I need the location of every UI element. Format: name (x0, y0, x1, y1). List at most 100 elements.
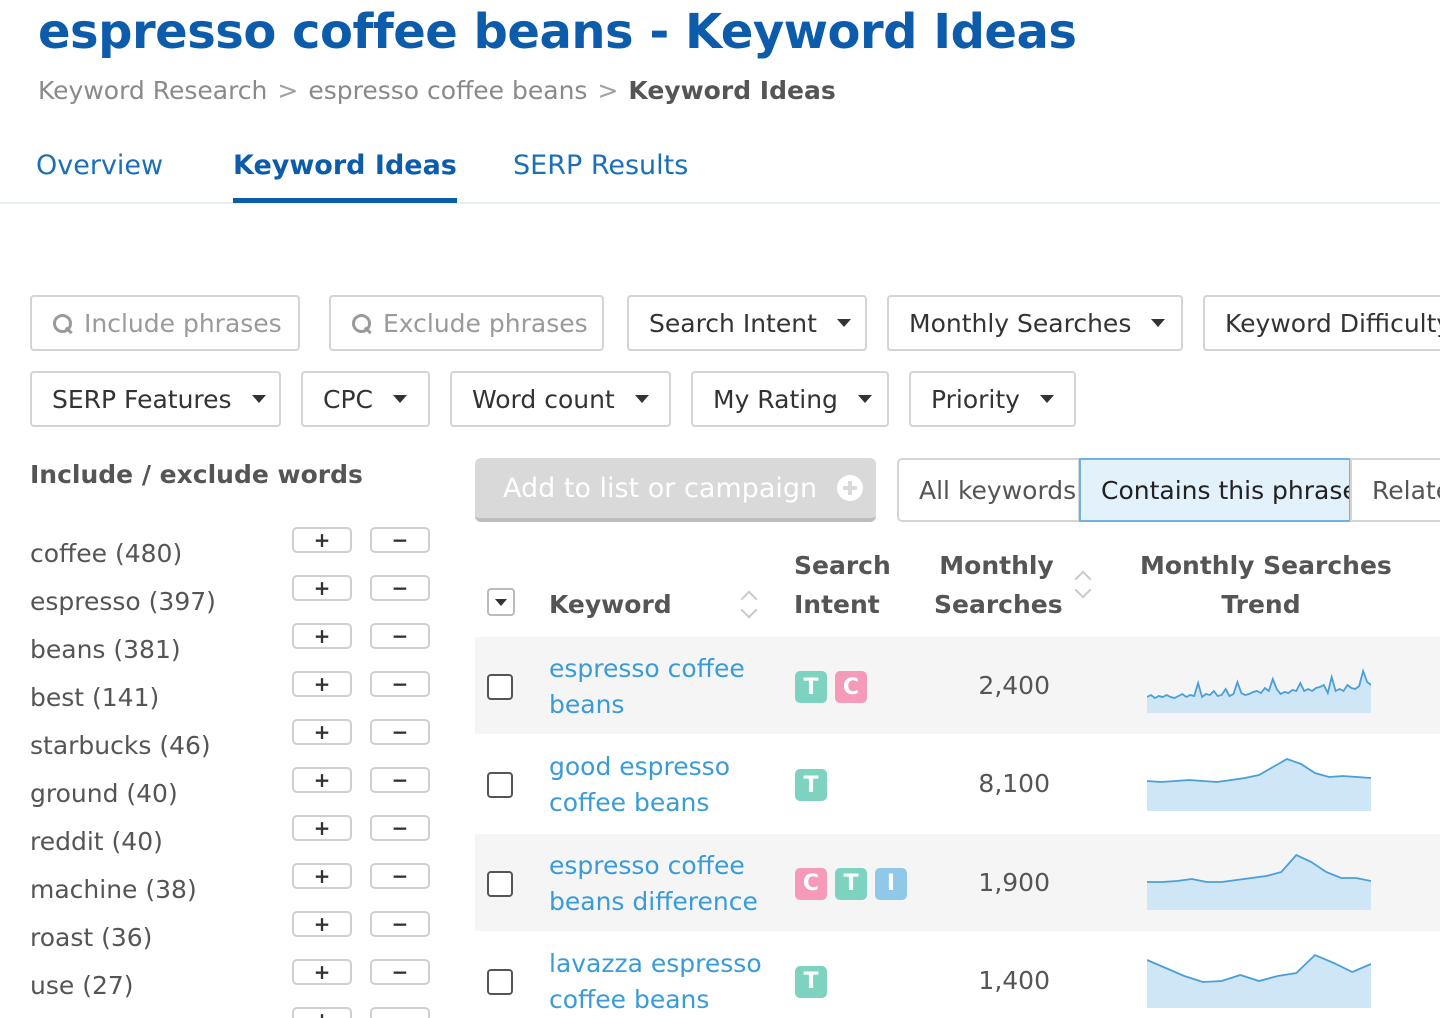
trend-header: Monthly Searches Trend (1140, 546, 1392, 624)
include-phrases-input[interactable]: Include phrases (30, 295, 300, 351)
include-word-button[interactable]: + (292, 863, 352, 889)
include-word-button[interactable]: + (292, 911, 352, 937)
trend-area (1147, 759, 1371, 812)
keyword-difficulty-dropdown[interactable]: Keyword Difficulty (1203, 295, 1440, 351)
table-row[interactable]: espresso coffee beans T C 2,400 (475, 637, 1440, 734)
search-intent-header: Search Intent (794, 546, 891, 624)
caret-down-icon (857, 395, 872, 403)
word-row: reddit (40) + − (30, 815, 435, 863)
include-word-button[interactable]: + (292, 575, 352, 601)
word-row: machine (38) + − (30, 863, 435, 911)
segment-all-keywords[interactable]: All keywords (897, 458, 1080, 522)
exclude-word-button[interactable]: − (370, 623, 430, 649)
intent-badge: T (795, 965, 827, 998)
include-word-button[interactable]: + (292, 527, 352, 553)
word-label: ground (40) (30, 779, 178, 808)
exclude-word-button[interactable]: − (370, 863, 430, 889)
my-rating-dropdown[interactable]: My Rating (691, 371, 889, 427)
tab-overview[interactable]: Overview (36, 150, 163, 181)
dropdown-label: My Rating (713, 384, 838, 414)
exclude-word-button[interactable]: − (370, 575, 430, 601)
header-line: Searches (934, 590, 1063, 619)
trend-area (1147, 854, 1371, 910)
page-title: espresso coffee beans - Keyword Ideas (38, 4, 1077, 60)
monthly-searches-value: 1,900 (978, 867, 1050, 897)
cpc-dropdown[interactable]: CPC (301, 371, 430, 427)
include-word-button[interactable]: + (292, 815, 352, 841)
row-checkbox[interactable] (487, 968, 513, 995)
word-label: espresso (397) (30, 587, 216, 616)
sort-icon[interactable] (1074, 570, 1092, 598)
word-row: beans (381) + − (30, 623, 435, 671)
monthly-searches-header[interactable]: Monthly Searches (934, 546, 1063, 624)
dropdown-label: Monthly Searches (909, 308, 1132, 338)
segment-contains-phrase[interactable]: Contains this phrase (1079, 458, 1351, 522)
row-checkbox[interactable] (487, 674, 513, 700)
include-phrases-placeholder: Include phrases (84, 308, 282, 338)
search-intent-dropdown[interactable]: Search Intent (627, 295, 867, 351)
word-label: beans (381) (30, 635, 181, 664)
include-word-button[interactable]: + (292, 767, 352, 793)
caret-down-icon (634, 395, 649, 403)
exclude-word-button[interactable]: − (370, 719, 430, 745)
intent-badges: CTI (795, 867, 907, 900)
plus-circle-icon (837, 475, 864, 501)
keyword-link[interactable]: espresso coffee beans difference (549, 848, 769, 920)
table-row[interactable]: good espresso coffee beans T 8,100 (475, 735, 1440, 832)
include-word-button[interactable]: + (292, 1007, 352, 1018)
exclude-word-button[interactable]: − (370, 959, 430, 985)
add-to-list-button[interactable]: Add to list or campaign (475, 458, 876, 522)
exclude-phrases-input[interactable]: Exclude phrases (329, 295, 604, 351)
exclude-word-button[interactable]: − (370, 1007, 430, 1018)
table-row[interactable]: lavazza espresso coffee beans T 1,400 (475, 932, 1440, 1018)
include-word-button[interactable]: + (292, 959, 352, 985)
keyword-link[interactable]: good espresso coffee beans (549, 749, 769, 821)
exclude-word-button[interactable]: − (370, 671, 430, 697)
priority-dropdown[interactable]: Priority (909, 371, 1076, 427)
intent-badges: T (795, 769, 827, 802)
breadcrumb-keyword[interactable]: espresso coffee beans (308, 76, 587, 105)
dropdown-label: Priority (931, 384, 1020, 414)
exclude-word-button[interactable]: − (370, 527, 430, 553)
dropdown-label: Search Intent (649, 308, 817, 338)
sort-icon[interactable] (740, 590, 758, 618)
word-label: reddit (40) (30, 827, 163, 856)
keyword-column-header[interactable]: Keyword (549, 585, 672, 624)
segment-related[interactable]: Related (1350, 458, 1440, 522)
select-all-dropdown[interactable] (487, 588, 515, 616)
search-icon (351, 313, 371, 333)
exclude-word-button[interactable]: − (370, 767, 430, 793)
word-label: roast (36) (30, 923, 153, 952)
table-row[interactable]: espresso coffee beans difference C T I 1,900 (475, 833, 1440, 931)
word-label: use (27) (30, 971, 134, 1000)
tab-keyword-ideas[interactable]: Keyword Ideas (233, 150, 457, 203)
include-word-button[interactable]: + (292, 623, 352, 649)
caret-down-icon (251, 395, 266, 403)
include-word-button[interactable]: + (292, 671, 352, 697)
breadcrumb-current: Keyword Ideas (628, 76, 836, 105)
monthly-searches-value: 1,400 (978, 965, 1050, 995)
row-checkbox[interactable] (487, 870, 513, 897)
word-label: best (141) (30, 683, 160, 712)
serp-features-dropdown[interactable]: SERP Features (30, 371, 281, 427)
include-word-button[interactable]: + (292, 719, 352, 745)
header-line: Trend (1221, 590, 1301, 619)
intent-badges: TC (795, 671, 867, 703)
breadcrumb-keyword-research[interactable]: Keyword Research (38, 76, 267, 105)
dropdown-label: Word count (472, 384, 615, 414)
segment-label: Contains this phrase (1101, 475, 1351, 505)
tab-serp-results[interactable]: SERP Results (513, 150, 688, 181)
word-count-dropdown[interactable]: Word count (450, 371, 671, 427)
include-exclude-heading: Include / exclude words (30, 460, 363, 489)
word-label: coffee (480) (30, 539, 183, 568)
keyword-link[interactable]: lavazza espresso coffee beans (549, 946, 769, 1018)
row-checkbox[interactable] (487, 772, 513, 799)
monthly-searches-dropdown[interactable]: Monthly Searches (887, 295, 1183, 351)
keyword-link[interactable]: espresso coffee beans (549, 651, 769, 723)
exclude-word-button[interactable]: − (370, 815, 430, 841)
tab-bar: Overview Keyword Ideas SERP Results (0, 140, 1440, 204)
exclude-word-button[interactable]: − (370, 911, 430, 937)
header-line: Monthly Searches (1140, 551, 1392, 580)
trend-sparkline (1147, 667, 1371, 713)
search-icon (52, 313, 72, 333)
